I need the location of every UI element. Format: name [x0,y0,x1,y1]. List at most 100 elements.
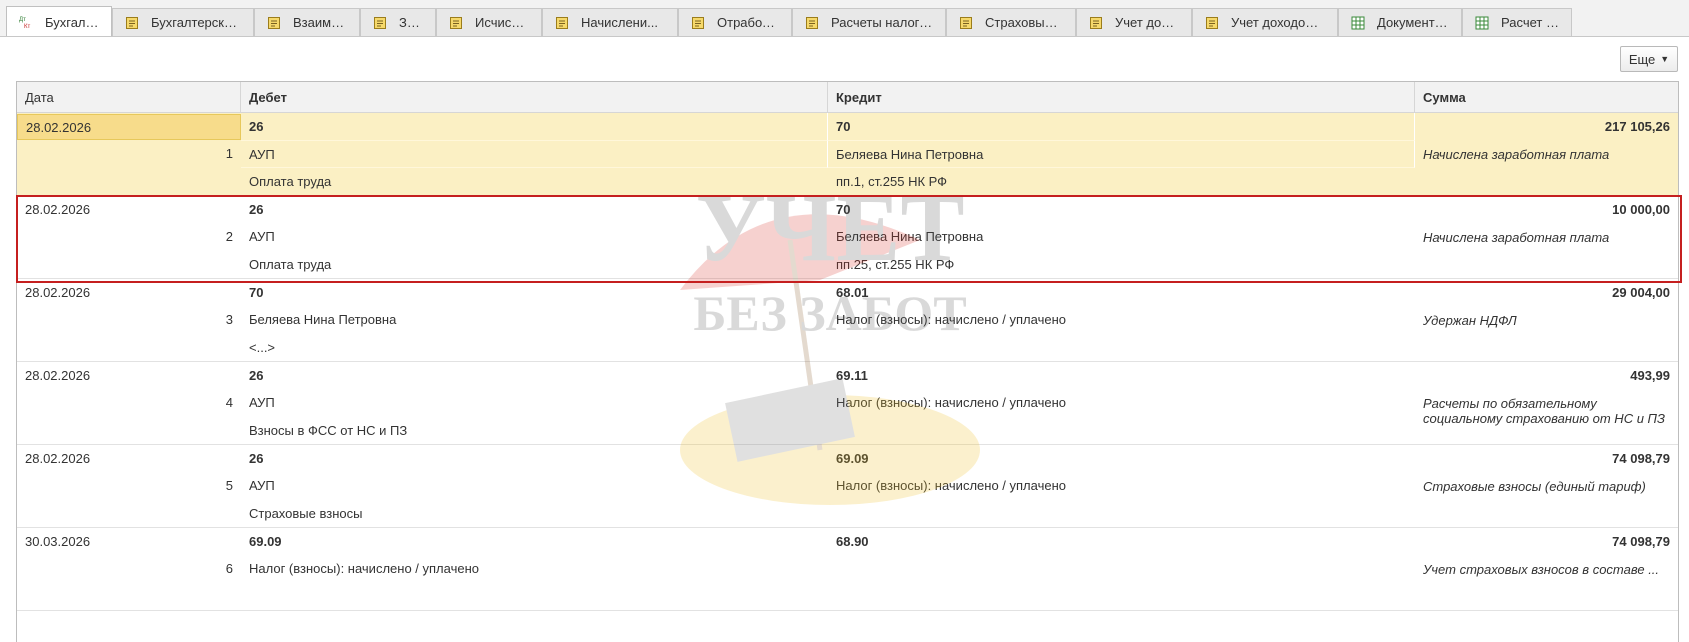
cell-debit-subconto-2[interactable]: Взносы в ФСС от НС и ПЗ [241,417,828,444]
cell-credit-account[interactable]: 68.90 [828,528,1415,555]
cell-date[interactable]: 28.02.2026 [17,279,241,306]
cell-credit-subconto-2[interactable]: пп.25, ст.255 НК РФ [828,251,1415,278]
cell-sum[interactable]: 493,99 [1415,362,1678,390]
document-icon [126,16,138,29]
cell-sum-group: 10 000,00 Начислена заработная плата [1415,196,1678,278]
tab-label: Бухгалт... [45,14,99,30]
tab-label: Бухгалтерски... [151,15,241,30]
cell-date[interactable]: 28.02.2026 [17,114,241,141]
cell-credit-subconto-1[interactable]: Беляева Нина Петровна [828,223,1415,250]
cell-credit-subconto-2[interactable] [828,417,1415,444]
cell-credit-account[interactable]: 69.11 [828,362,1415,389]
cell-debit-account[interactable]: 26 [241,196,828,223]
cell-comment[interactable]: Начислена заработная плата [1415,224,1678,252]
tab-1[interactable]: Дт Кт Бухгалт... [6,6,112,36]
cell-comment[interactable]: Страховые взносы (единый тариф) [1415,473,1678,501]
tab-3[interactable]: Взаимо... [254,8,360,36]
document-icon [556,16,568,29]
cell-debit-subconto-1[interactable]: АУП [241,389,828,416]
cell-credit-subconto-1[interactable]: Налог (взносы): начислено / уплачено [828,472,1415,499]
cell-credit-subconto-1[interactable] [828,555,1415,582]
cell-debit-account[interactable]: 26 [241,445,828,472]
tab-13[interactable]: Расчет на... [1462,8,1572,36]
cell-debit-subconto-2[interactable]: Оплата труда [241,168,828,195]
tab-10[interactable]: Учет дохо... [1076,8,1192,36]
cell-credit-account[interactable]: 70 [828,196,1415,223]
cell-sum-group: 74 098,79 Страховые взносы (единый тариф) [1415,445,1678,527]
cell-credit-account[interactable]: 68.01 [828,279,1415,306]
document-icon [692,16,704,29]
cell-debit-subconto-2[interactable]: Оплата труда [241,251,828,278]
cell-date[interactable]: 30.03.2026 [17,528,241,555]
tab-11[interactable]: Учет доходов д... [1192,8,1338,36]
tab-label: Документы ... [1377,15,1449,30]
cell-date-group: 28.02.2026 1 [17,113,241,195]
cell-credit-group: 69.11 Налог (взносы): начислено / уплачен… [828,362,1415,444]
more-button[interactable]: Еще ▼ [1620,46,1678,72]
cell-sum[interactable]: 74 098,79 [1415,528,1678,556]
tab-8[interactable]: Расчеты налого... [792,8,946,36]
tab-9[interactable]: Страховые ... [946,8,1076,36]
cell-debit-subconto-2[interactable]: Страховые взносы [241,500,828,527]
column-header-debit[interactable]: Дебет [241,82,828,112]
cell-comment[interactable]: Удержан НДФЛ [1415,307,1678,335]
cell-sum[interactable]: 29 004,00 [1415,279,1678,307]
cell-debit-subconto-1[interactable]: АУП [241,223,828,250]
table-row[interactable]: 28.02.2026 3 70 Беляева Нина Петровна <...> 6… [17,279,1678,362]
cell-credit-subconto-1[interactable]: Беляева Нина Петровна [828,140,1415,169]
cell-sum[interactable]: 74 098,79 [1415,445,1678,473]
tab-12[interactable]: Документы ... [1338,8,1462,36]
table-row[interactable]: 28.02.2026 1 26 АУП Оплата труда 70 Беляева Ни… [17,113,1678,196]
document-icon [806,16,818,29]
cell-debit-subconto-1[interactable]: Беляева Нина Петровна [241,306,828,333]
column-header-date[interactable]: Дата [17,82,241,112]
cell-debit-group: 70 Беляева Нина Петровна <...> [241,279,828,361]
cell-debit-group: 26 АУП Страховые взносы [241,445,828,527]
cell-debit-group: 26 АУП Оплата труда [241,196,828,278]
table-icon [1475,16,1489,29]
cell-date[interactable]: 28.02.2026 [17,445,241,472]
tab-7[interactable]: Отработа... [678,8,792,36]
table-row[interactable]: 28.02.2026 2 26 АУП Оплата труда 70 Беляева Ни… [17,196,1678,279]
tab-label: За... [399,15,423,30]
document-icon [450,16,462,29]
cell-credit-account[interactable]: 70 [828,113,1415,141]
cell-debit-account[interactable]: 26 [241,362,828,389]
cell-credit-subconto-1[interactable]: Налог (взносы): начислено / уплачено [828,306,1415,333]
cell-credit-account[interactable]: 69.09 [828,445,1415,472]
cell-credit-subconto-2[interactable] [828,500,1415,527]
tab-5[interactable]: Исчисл... [436,8,542,36]
tab-6[interactable]: Начислени... [542,8,678,36]
table-row[interactable]: 30.03.2026 6 69.09 Налог (взносы): начислен… [17,528,1678,611]
tab-label: Учет доходов д... [1231,15,1325,30]
column-header-sum[interactable]: Сумма [1415,82,1678,112]
cell-debit-account[interactable]: 26 [241,113,828,141]
cell-date[interactable]: 28.02.2026 [17,362,241,389]
cell-sum[interactable]: 10 000,00 [1415,196,1678,224]
cell-date[interactable]: 28.02.2026 [17,196,241,223]
table-row[interactable]: 28.02.2026 4 26 АУП Взносы в ФСС от НС и ПЗ 6… [17,362,1678,445]
tab-label: Расчеты налого... [831,15,933,30]
cell-debit-subconto-1[interactable]: АУП [241,472,828,499]
cell-comment[interactable]: Учет страховых взносов в составе ... [1415,556,1678,584]
cell-credit-subconto-2[interactable] [828,334,1415,361]
tab-4[interactable]: За... [360,8,436,36]
cell-credit-group: 68.90 [828,528,1415,610]
cell-debit-account[interactable]: 69.09 [241,528,828,555]
cell-credit-subconto-2[interactable] [828,583,1415,610]
cell-debit-account[interactable]: 70 [241,279,828,306]
column-header-credit[interactable]: Кредит [828,82,1415,112]
cell-credit-subconto-2[interactable]: пп.1, ст.255 НК РФ [828,168,1415,195]
cell-debit-subconto-1[interactable]: АУП [241,140,828,169]
cell-credit-subconto-1[interactable]: Налог (взносы): начислено / уплачено [828,389,1415,416]
cell-comment[interactable]: Начислена заработная плата [1415,141,1678,169]
cell-empty [17,334,241,361]
cell-debit-subconto-2[interactable]: <...> [241,334,828,361]
cell-debit-subconto-2[interactable] [241,583,828,610]
cell-empty [17,251,241,278]
cell-comment[interactable]: Расчеты по обязательному социальному стр… [1415,390,1678,426]
table-row[interactable]: 28.02.2026 5 26 АУП Страховые взносы 69.09 Нал… [17,445,1678,528]
cell-debit-subconto-1[interactable]: Налог (взносы): начислено / уплачено [241,555,828,582]
cell-sum[interactable]: 217 105,26 [1415,113,1678,141]
tab-2[interactable]: Бухгалтерски... [112,8,254,36]
